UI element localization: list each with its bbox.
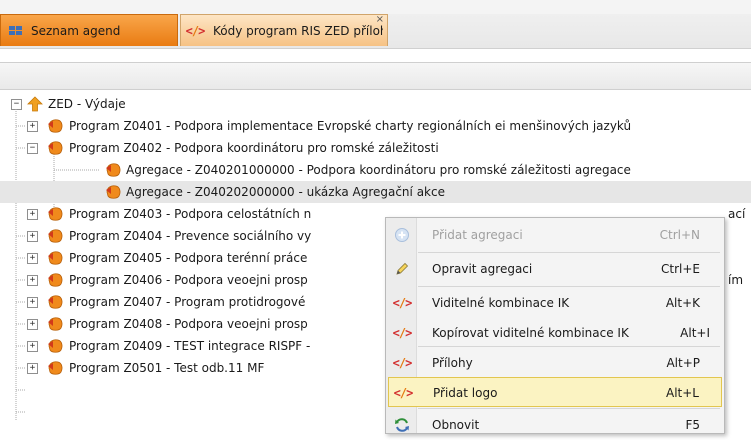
program-icon bbox=[48, 361, 63, 375]
expand-toggle[interactable]: + bbox=[27, 319, 38, 330]
expand-toggle[interactable]: + bbox=[27, 121, 38, 132]
expand-toggle[interactable]: + bbox=[27, 231, 38, 242]
tree-row-label: Program Z0405 - Podpora terénní práce bbox=[69, 251, 308, 265]
menu-item-attachments[interactable]: < / > Přílohy Alt+P bbox=[388, 348, 722, 378]
program-icon bbox=[48, 317, 63, 331]
toolbar-strip bbox=[0, 62, 751, 90]
menu-item-shortcut: Alt+K bbox=[665, 296, 700, 310]
menu-item-label: Kopírovat viditelné kombinace IK bbox=[432, 326, 629, 340]
menu-separator bbox=[418, 286, 720, 287]
tree-row-label: Program Z0406 - Podpora veoejni prosp bbox=[69, 273, 308, 287]
code-icon: </> bbox=[392, 326, 413, 340]
program-icon bbox=[48, 119, 63, 133]
program-icon bbox=[48, 339, 63, 353]
tree-row[interactable]: + Program Z0401 - Podpora implementace E… bbox=[0, 115, 751, 137]
tree-row-label: Program Z0408 - Podpora veoejni prosp bbox=[69, 317, 308, 331]
tab-bar-background bbox=[0, 0, 751, 14]
expand-toggle[interactable]: + bbox=[27, 253, 38, 264]
tree-row-label: Agregace - Z040202000000 - ukázka Agrega… bbox=[126, 185, 445, 199]
menu-item-add-aggregation[interactable]: Přidat agregaci Ctrl+N bbox=[388, 220, 722, 250]
menu-separator bbox=[418, 408, 720, 409]
menu-item-edit-aggregation[interactable]: Opravit agregaci Ctrl+E bbox=[388, 254, 722, 284]
menu-item-shortcut: Alt+P bbox=[666, 356, 700, 370]
pencil-icon bbox=[392, 261, 412, 277]
code-icon: </> bbox=[393, 386, 414, 400]
aggregation-icon bbox=[106, 185, 121, 199]
context-menu[interactable]: Přidat agregaci Ctrl+N Opravit agregaci … bbox=[385, 217, 725, 434]
code-icon: </> bbox=[185, 23, 206, 38]
tree-row-label-tail: ím bbox=[728, 273, 744, 287]
tree-row[interactable]: − Program Z0402 - Podpora koordinátoru p… bbox=[0, 137, 751, 159]
tree-row-label: Program Z0409 - TEST integrace RISPF - bbox=[69, 339, 311, 353]
expand-toggle[interactable]: + bbox=[27, 297, 38, 308]
program-icon bbox=[48, 229, 63, 243]
program-icon bbox=[48, 251, 63, 265]
aggregation-icon bbox=[106, 163, 121, 177]
menu-separator bbox=[418, 252, 720, 253]
collapse-toggle[interactable]: − bbox=[27, 143, 38, 154]
tree-row-label: Program Z0404 - Prevence sociálního vy bbox=[69, 229, 312, 243]
menu-item-shortcut: Ctrl+N bbox=[659, 228, 700, 242]
menu-item-shortcut: Alt+L bbox=[666, 386, 699, 400]
grid-icon bbox=[1, 26, 29, 35]
tree-row-selected[interactable]: Agregace - Z040202000000 - ukázka Agrega… bbox=[0, 181, 751, 203]
program-icon bbox=[48, 141, 63, 155]
tree-row-label: Program Z0402 - Podpora koordinátoru pro… bbox=[69, 141, 439, 155]
add-circle-icon bbox=[392, 227, 412, 243]
menu-item-label: Opravit agregaci bbox=[432, 262, 533, 276]
tab-kody-program[interactable]: </> Kódy program RIS ZED příloha × bbox=[180, 14, 388, 46]
code-icon: </> bbox=[392, 296, 413, 310]
program-icon bbox=[48, 295, 63, 309]
refresh-icon bbox=[392, 417, 412, 433]
tab-bar: Seznam agend </> Kódy program RIS ZED př… bbox=[0, 0, 751, 49]
menu-item-shortcut: Alt+I bbox=[680, 326, 710, 340]
menu-separator bbox=[418, 346, 720, 347]
tab-label: Kódy program RIS ZED příloha bbox=[213, 23, 383, 38]
expand-toggle[interactable]: + bbox=[27, 209, 38, 220]
menu-item-label: Přílohy bbox=[432, 356, 473, 370]
expand-toggle[interactable]: + bbox=[27, 363, 38, 374]
tree-row-label: Program Z0407 - Program protidrogové bbox=[69, 295, 306, 309]
tree-row-label: Program Z0403 - Podpora celostátních n bbox=[69, 207, 312, 221]
tree-row[interactable]: Agregace - Z040201000000 - Podpora koord… bbox=[0, 159, 751, 181]
tree-row-label: Program Z0501 - Test odb.11 MF bbox=[69, 361, 265, 375]
close-icon[interactable]: × bbox=[376, 14, 384, 25]
tree-row-label: Agregace - Z040201000000 - Podpora koord… bbox=[126, 163, 631, 177]
tab-seznam-agend[interactable]: Seznam agend bbox=[0, 14, 178, 46]
menu-item-copy-visible-combinations[interactable]: < / > Kopírovat viditelné kombinace IK Alt… bbox=[388, 318, 722, 348]
code-icon: </> bbox=[392, 356, 413, 370]
menu-item-visible-combinations[interactable]: < / > Viditelné kombinace IK Alt+K bbox=[388, 288, 722, 318]
expand-toggle[interactable]: + bbox=[27, 275, 38, 286]
tree-row-label: Program Z0401 - Podpora implementace Evr… bbox=[69, 119, 632, 133]
menu-item-refresh[interactable]: Obnovit F5 bbox=[388, 410, 722, 440]
menu-item-shortcut: Ctrl+E bbox=[661, 262, 700, 276]
menu-item-label: Přidat logo bbox=[433, 386, 498, 400]
menu-item-label: Viditelné kombinace IK bbox=[432, 296, 570, 310]
menu-item-label: Přidat agregaci bbox=[432, 228, 523, 242]
menu-item-label: Obnovit bbox=[432, 418, 480, 432]
tree-row-label-tail: ací bbox=[728, 207, 746, 221]
tab-label: Seznam agend bbox=[31, 23, 121, 38]
menu-item-add-logo[interactable]: < / > Přidat logo Alt+L bbox=[388, 377, 722, 407]
program-icon bbox=[48, 207, 63, 221]
expand-toggle[interactable]: + bbox=[27, 341, 38, 352]
program-icon bbox=[48, 273, 63, 287]
menu-item-shortcut: F5 bbox=[685, 418, 700, 432]
